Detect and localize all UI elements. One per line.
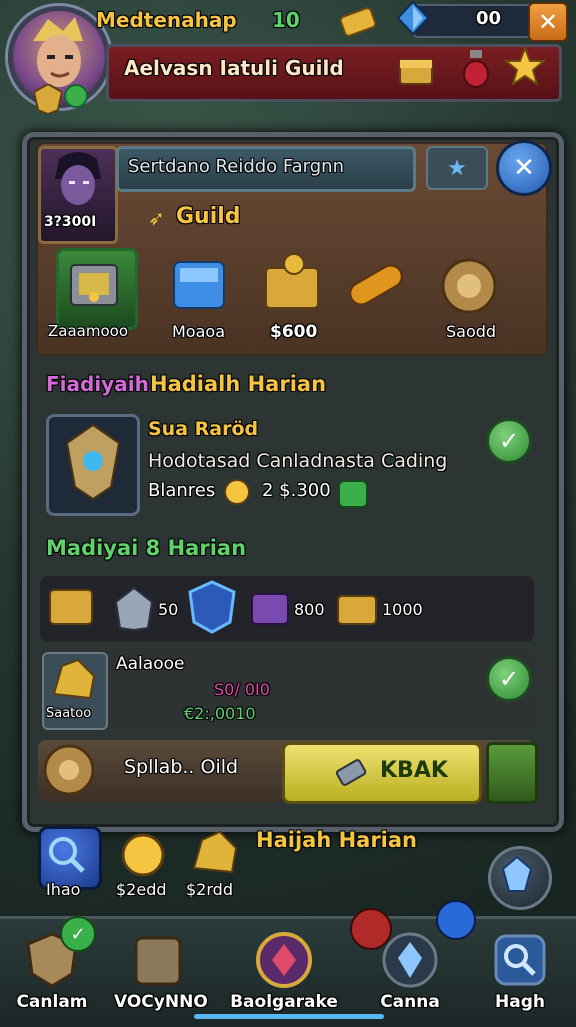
- item-cost: 2 $.300: [262, 480, 331, 501]
- ticket-icon[interactable]: [338, 4, 378, 38]
- favorite-button[interactable]: ★: [426, 146, 488, 190]
- guild-name-text: Sertdano Reiddo Fargnn: [128, 156, 344, 177]
- card-name: Aalaooe: [116, 654, 185, 674]
- below-panel-title: Haijah Harian: [256, 828, 417, 852]
- crystal-box-icon: [173, 261, 225, 309]
- below-item-label-3: $2rdd: [186, 880, 233, 899]
- footer-left-label: Spllab.. Oild: [124, 756, 239, 778]
- close-button[interactable]: ✕: [528, 2, 568, 42]
- diamond-icon: [396, 0, 430, 36]
- gold-box-icon[interactable]: [334, 584, 380, 630]
- crest-icon: [128, 930, 188, 990]
- green-gem-icon: [338, 480, 368, 508]
- section1-title: Hadialh Harian: [150, 372, 327, 396]
- blue-shield-icon[interactable]: [186, 580, 238, 634]
- close-icon: ✕: [537, 8, 559, 36]
- currency-value: 00: [476, 8, 502, 29]
- gold-coin-item[interactable]: [116, 830, 170, 880]
- action-button-label: KBAK: [380, 758, 448, 783]
- hero-power: 3?300I: [44, 214, 97, 230]
- nav-item-canna[interactable]: Canna: [366, 930, 454, 1018]
- home-indicator: [194, 1014, 384, 1019]
- star-icon: ★: [447, 155, 467, 181]
- reward-label-2: Moaoa: [172, 322, 225, 341]
- hammer-icon: [332, 750, 372, 790]
- item-name: Sua Raröd: [148, 418, 259, 440]
- nav-item-baolgarake[interactable]: Baolgarake: [230, 930, 338, 1018]
- reward-label-5: Saodd: [446, 322, 497, 341]
- crystal-icon: [380, 930, 440, 990]
- check-badge-icon: ✓: [60, 916, 96, 952]
- gold-ore-icon: [52, 658, 96, 700]
- guild-chest-icon: [396, 50, 436, 88]
- hero-portrait-icon: [55, 152, 101, 205]
- nav-label-hagh: Hagh: [495, 992, 545, 1012]
- nav-item-hagh[interactable]: Hagh: [476, 930, 564, 1018]
- reward-label-1: Zaaamooo: [48, 322, 128, 340]
- player-name: Medtenahap: [96, 8, 237, 32]
- card-value-a: S0/ 0I0: [214, 680, 270, 699]
- armor-gem-icon: [65, 423, 121, 501]
- below-item-label-1: Ihao: [46, 880, 81, 899]
- golden-scroll-icon: [349, 264, 403, 306]
- item-cost-label: Blanres: [148, 480, 216, 501]
- gold-coin-icon: [121, 833, 165, 877]
- card-value-b: €2:,0010: [184, 704, 256, 723]
- star-icon[interactable]: [503, 45, 547, 88]
- below-item-label-2: $2edd: [116, 880, 167, 899]
- nav-label-baolgarake: Baolgarake: [230, 992, 338, 1012]
- nav-label-canna: Canna: [380, 992, 440, 1012]
- claim-check-button[interactable]: ✓: [486, 418, 532, 464]
- check-icon: ✓: [498, 427, 520, 455]
- row-value-3: 1000: [382, 600, 423, 619]
- purple-chest-icon[interactable]: [248, 584, 292, 630]
- item-description: Hodotasad Canladnasta Cading: [148, 450, 448, 472]
- gold-ore-icon: [192, 830, 238, 874]
- section2-title: Madiyai 8 Harian: [46, 536, 247, 560]
- row-value-2: 800: [294, 600, 325, 619]
- helmet-icon[interactable]: [112, 584, 156, 632]
- secondary-button[interactable]: [486, 742, 538, 804]
- close-icon: ✕: [513, 153, 535, 183]
- gold-chest-icon: [265, 253, 319, 309]
- section1-title-prefix: Fiadiyaih: [46, 372, 149, 396]
- treasure-chest-icon: [70, 264, 118, 306]
- check-icon: ✓: [498, 665, 520, 693]
- reward-card: [40, 648, 534, 730]
- magnify-icon: [49, 837, 85, 873]
- search-icon: [490, 930, 550, 990]
- nav-item-vocynno[interactable]: VOCyNNO: [114, 930, 208, 1018]
- potion-icon: [460, 48, 492, 88]
- reward-slot-2[interactable]: [164, 250, 234, 320]
- crystal-badge[interactable]: [488, 846, 552, 910]
- gem-shield-icon: [254, 930, 314, 990]
- reward-slot-3[interactable]: [258, 248, 328, 318]
- nav-label-vocynno: VOCyNNO: [114, 992, 208, 1012]
- reward-slot-4[interactable]: [340, 250, 410, 320]
- guild-banner-title: Aelvasn Iatuli Guild: [124, 56, 344, 80]
- rank-badge-icon: [32, 82, 64, 116]
- guild-label: Guild: [176, 204, 241, 229]
- gold-coin-icon: [222, 478, 252, 506]
- gear-medal-icon: [441, 258, 497, 314]
- card-slot-label: Saatoo: [46, 706, 92, 721]
- player-level: 10: [272, 8, 300, 32]
- currency-bar: [412, 4, 534, 38]
- row-value-1: 50: [158, 600, 179, 619]
- reward-slot-5[interactable]: [434, 252, 504, 322]
- card-check-button[interactable]: ✓: [486, 656, 532, 702]
- nav-label-canlam: Canlam: [16, 992, 88, 1012]
- crystal-icon: [501, 855, 533, 892]
- guild-arrow-icon: ➶: [148, 206, 165, 230]
- panel-close-button[interactable]: ✕: [496, 140, 552, 196]
- gold-ore-item[interactable]: [186, 828, 242, 880]
- daily-item-card[interactable]: [46, 414, 140, 516]
- status-gem-icon: [64, 84, 88, 108]
- gear-badge-icon[interactable]: [40, 740, 98, 800]
- reward-label-3: $600: [270, 322, 318, 342]
- chest-row-icon[interactable]: [46, 576, 98, 632]
- reward-slot-1[interactable]: [56, 248, 138, 330]
